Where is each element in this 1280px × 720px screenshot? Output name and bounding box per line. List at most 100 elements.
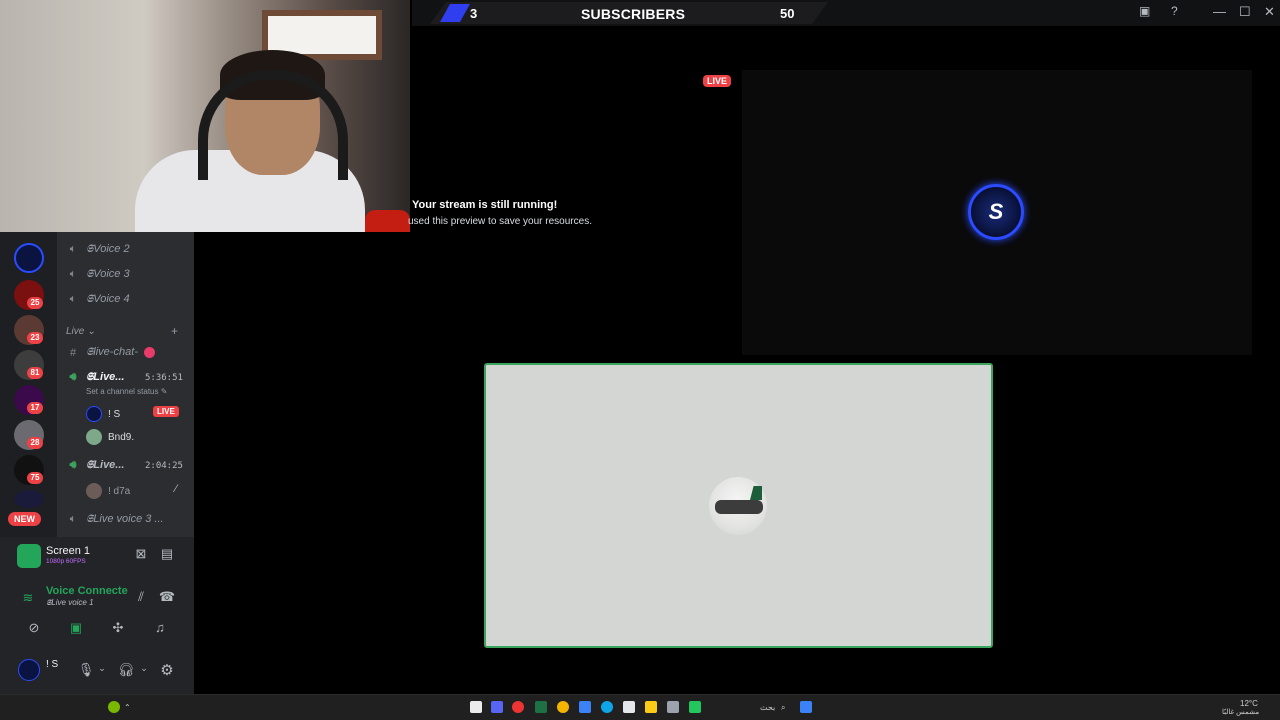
app-icon[interactable]	[579, 701, 591, 713]
soundboard-icon[interactable]: ♫	[150, 620, 170, 635]
weather-temp: 12°C	[1240, 699, 1258, 708]
channel-label: 𝕾Live...	[86, 371, 125, 383]
chevron-down-icon[interactable]: ⌄	[134, 663, 154, 674]
store-icon[interactable]	[623, 701, 635, 713]
add-channel-icon[interactable]: +	[171, 324, 178, 338]
voice-member[interactable]: ! S	[86, 406, 120, 422]
channel-live-1[interactable]: 🔊︎ 𝕾Live...	[66, 371, 125, 384]
search-label[interactable]: بحث	[760, 703, 775, 712]
weather-desc: مشمس غالبًا	[1222, 709, 1260, 716]
webcam-overlay	[0, 0, 410, 232]
app-icon[interactable]	[667, 701, 679, 713]
chair-accent	[365, 210, 410, 232]
taskbar	[0, 694, 1280, 720]
chevron-up-icon[interactable]: ⌃	[124, 703, 131, 712]
chevron-down-icon[interactable]: ⌄	[92, 663, 112, 674]
connection-icon[interactable]: ≋	[18, 590, 38, 606]
status-dot-icon	[143, 347, 155, 358]
muted-icon: ⁄	[175, 483, 177, 495]
search-icon[interactable]: ⌕	[781, 703, 785, 713]
channel-voice-3[interactable]: 🔈︎ 𝕾Voice 3	[66, 268, 130, 281]
subscriber-current: 3	[470, 6, 478, 21]
live-badge: LIVE	[703, 75, 732, 87]
minimize-icon[interactable]: —	[1213, 4, 1226, 19]
category-label: Live	[66, 326, 85, 337]
start-icon[interactable]	[800, 701, 812, 713]
stop-stream-icon[interactable]: ⊠	[131, 546, 151, 562]
speaker-icon: 🔊︎	[69, 371, 77, 383]
avatar[interactable]	[18, 659, 40, 681]
server-badge: 81	[27, 367, 43, 379]
screen-share-title: Screen 1	[46, 545, 91, 557]
server-badge: 23	[27, 332, 43, 344]
app-icon[interactable]	[512, 701, 524, 713]
help-icon[interactable]: ?	[1171, 4, 1178, 18]
chrome-icon[interactable]	[557, 701, 569, 713]
voice-member[interactable]: ! d7a	[86, 483, 130, 499]
set-channel-status[interactable]: Set a channel status ✎	[86, 387, 167, 396]
share-screen-icon[interactable]: ▣	[66, 620, 86, 636]
server-icon[interactable]	[14, 490, 44, 508]
stream-running-subtitle: used this preview to save your resources…	[408, 216, 592, 227]
member-name: ! d7a	[108, 485, 131, 497]
subscriber-goal: 50	[780, 6, 795, 21]
channel-label: 𝕾Live...	[86, 459, 125, 471]
speaker-icon: 🔊︎	[69, 459, 77, 471]
inbox-icon[interactable]: ▣	[1139, 4, 1150, 18]
tray-icon[interactable]	[108, 701, 120, 713]
discord-icon[interactable]	[491, 701, 503, 713]
start-icon[interactable]	[470, 701, 482, 713]
server-icon[interactable]	[14, 243, 44, 273]
headphones-icon[interactable]: 🎧︎	[116, 662, 136, 678]
stream-running-title: Your stream is still running!	[412, 199, 558, 211]
category-live[interactable]: Live ⌄	[66, 326, 96, 337]
status-hint-label: Set a channel status	[86, 387, 159, 396]
camera-off-icon[interactable]: ⊘	[24, 620, 44, 636]
excel-icon[interactable]	[535, 701, 547, 713]
channel-live-3[interactable]: 🔈︎ 𝕾Live voice 3 ...	[66, 513, 164, 526]
avatar	[86, 429, 102, 445]
folder-icon[interactable]	[645, 701, 657, 713]
avatar	[86, 483, 102, 499]
server-logo-icon: S	[968, 184, 1024, 240]
app-root: 3 SUBSCRIBERS 50 ▣ ? — ☐ ✕ LIVE S Your s…	[0, 0, 1280, 720]
speaker-icon: 🔈︎	[69, 513, 77, 525]
app-icon[interactable]	[689, 701, 701, 713]
channel-label: 𝕾Live voice 3 ...	[86, 513, 164, 525]
activities-icon[interactable]: ✣	[108, 620, 128, 636]
channel-timer: 2:04:25	[145, 461, 183, 471]
close-icon[interactable]: ✕	[1264, 4, 1275, 20]
channel-timer: 5:36:51	[145, 373, 183, 383]
channel-live-2[interactable]: 🔊︎ 𝕾Live...	[66, 459, 125, 472]
server-badge: 25	[27, 297, 43, 309]
edge-icon[interactable]	[601, 701, 613, 713]
channel-voice-2[interactable]: 🔈︎ 𝕾Voice 2	[66, 243, 130, 256]
gear-icon[interactable]: ⚙	[157, 661, 177, 679]
hash-icon: #	[69, 346, 77, 359]
channel-label: 𝕾Voice 3	[86, 268, 130, 280]
server-badge: 28	[27, 437, 43, 449]
voice-channel-link[interactable]: 𝕾Live voice 1	[46, 598, 94, 608]
channel-voice-4[interactable]: 🔈︎ 𝕾Voice 4	[66, 293, 130, 306]
disconnect-icon[interactable]: ☎	[157, 589, 177, 605]
voice-member[interactable]: Bnd9.	[86, 429, 134, 445]
channel-label: 𝕾live-chat-	[86, 346, 138, 358]
member-live-badge: LIVE	[153, 406, 179, 417]
noise-suppression-icon[interactable]: ⫽	[131, 589, 151, 605]
channel-live-chat[interactable]: # 𝕾live-chat-	[66, 346, 155, 359]
new-messages-pill[interactable]: NEW	[8, 512, 41, 526]
maximize-icon[interactable]: ☐	[1239, 4, 1251, 20]
speaker-icon: 🔈︎	[69, 293, 77, 305]
stream-settings-icon[interactable]: ▤	[157, 546, 177, 562]
member-name: ! S	[108, 408, 121, 420]
server-badge: 17	[27, 402, 43, 414]
server-badge: 75	[27, 472, 43, 484]
speaker-icon: 🔈︎	[69, 268, 77, 280]
voice-status: Voice Connecte	[46, 585, 128, 597]
speaker-icon: 🔈︎	[69, 243, 77, 255]
screen-share-icon	[17, 544, 41, 568]
plane-icon	[715, 500, 763, 514]
member-name: Bnd9.	[108, 431, 135, 443]
channel-label: 𝕾Voice 2	[86, 243, 130, 255]
channel-label: 𝕾Voice 4	[86, 293, 130, 305]
